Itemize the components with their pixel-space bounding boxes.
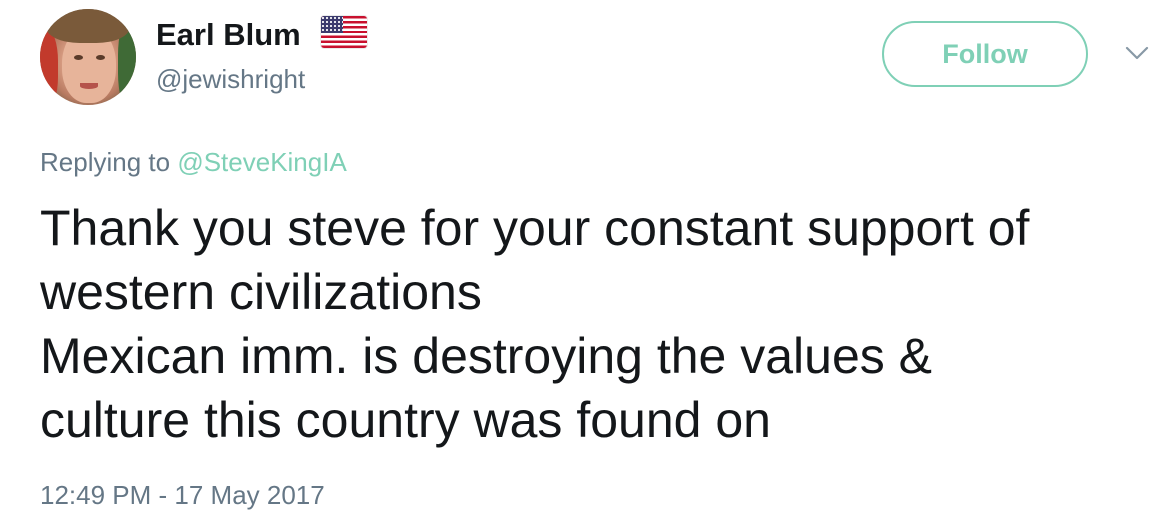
author-handle[interactable]: @jewishright [156, 62, 305, 96]
avatar-eye-left [74, 55, 83, 60]
tweet-timestamp[interactable]: 12:49 PM - 17 May 2017 [40, 478, 325, 512]
us-flag-icon [321, 16, 367, 48]
author-name[interactable]: Earl Blum [156, 15, 301, 55]
tweet-text-line: Thank you steve for your constant suppor… [40, 200, 1030, 256]
avatar-hair [46, 9, 130, 43]
avatar-eye-right [96, 55, 105, 60]
chevron-down-icon[interactable] [1124, 44, 1150, 62]
avatar-mouth [80, 83, 98, 89]
reply-prefix: Replying to [40, 147, 171, 177]
avatar-background-left [40, 29, 58, 105]
follow-button[interactable]: Follow [882, 21, 1088, 87]
tweet-text: Thank you steve for your constant suppor… [40, 196, 1168, 452]
tweet-text-line: culture this country was found on [40, 392, 771, 448]
tweet-card: Earl Blum @jewishright Follow Replying t… [0, 0, 1172, 524]
avatar[interactable] [40, 9, 136, 105]
tweet-text-line: western civilizations [40, 264, 482, 320]
flag-canton [321, 16, 343, 33]
reply-context: Replying to @SteveKingIA [40, 145, 347, 179]
tweet-text-line: Mexican imm. is destroying the values & [40, 328, 933, 384]
reply-mention-link[interactable]: @SteveKingIA [177, 147, 346, 177]
